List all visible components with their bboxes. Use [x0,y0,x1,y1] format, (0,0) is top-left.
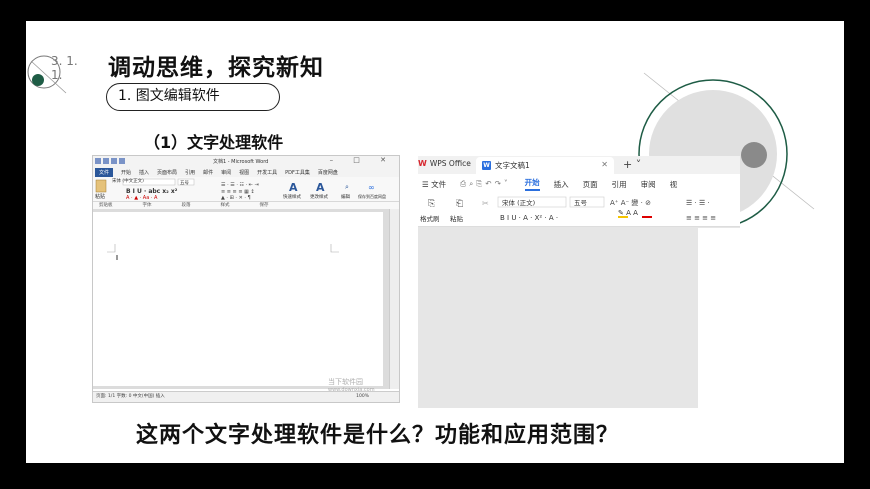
wps-tab-insert: 插入 [553,179,569,189]
word-tab-developer: 开发工具 [257,169,278,176]
svg-text:B I U · abc x₂ x²: B I U · abc x₂ x² [126,188,178,195]
wps-menu-file: ☰ 文件 [422,179,447,189]
close-icon: ✕ [601,160,608,169]
word-tab-home: 开始 [121,169,132,176]
change-styles-icon: A [316,181,325,194]
word-ribbon: B I U · abc x₂ x² A · ▲ · Aa · A ☰ · ☰ ·… [93,177,399,202]
paste-icon [95,179,107,193]
wps-ribbon-icons: ⎘ ⎗ ✂ 宋体 (正文) 五号 A⁺ A⁻ 變 · ⊘ B I U · A ·… [420,196,716,223]
svg-text:✂: ✂ [482,199,489,208]
word-group-font: 字体 [142,203,152,208]
svg-text:▲ · ⊞ · ✕ · ¶: ▲ · ⊞ · ✕ · ¶ [221,195,251,201]
word-page [93,212,383,386]
redo-icon [119,158,125,164]
word-tab-mailings: 邮件 [203,169,214,176]
wps-menu-bar: ☰ 文件 ⎙⌕⎘↶↷˅ 开始 插入 页面 引用 审阅 视 [418,174,740,194]
word-tab-layout: 页面布局 [157,169,178,176]
word-tab-pdf: PDF工具集 [285,169,310,176]
word-title-bar: 文档1 - Microsoft Word – □ ✕ [93,156,399,167]
slide: 3. 1. 1. 调动思维，探究新知 1. 图文编辑软件 （1）文字处理软件 文… [26,21,844,463]
word-app-icon [95,158,101,164]
word-paste-label: 粘贴 [95,193,105,200]
word-group-clipboard: 剪贴板 [99,203,113,208]
save-icon [103,158,109,164]
word-group-paragraph: 段落 [181,203,191,208]
wps-logo-icon: W [418,159,427,168]
wps-font-size: 五号 [574,199,588,207]
word-tab-file: 文件 [95,167,114,177]
word-group-save: 保存 [259,203,269,208]
paste-icon: ⎗ [456,199,463,209]
wps-home-tab: W WPS Office [418,159,471,168]
watermark-url: www.downxia.com [328,387,375,393]
wps-document-area [418,228,740,408]
word-status-text: 页面: 1/1 字数: 0 中文(中国) 插入 [96,394,165,399]
wps-quick-icons: ⎙⌕⎘↶↷˅ [460,179,511,188]
gray-dot-icon [741,142,767,168]
slide-number: 3. 1. 1. [51,54,78,82]
word-tabs: 文件 开始 插入 页面布局 引用 邮件 审阅 视图 开发工具 PDF工具集 百度… [93,167,399,177]
watermark-text: 当下软件园 [328,378,363,386]
word-tab-review: 审阅 [221,169,232,176]
subtitle: （1）文字处理软件 [144,133,284,152]
wps-doc-tab-label: 文字文稿1 [495,161,530,170]
small-dot-icon [32,74,44,86]
cloud-save-icon: ∞ [368,183,375,192]
wps-tab-bar: W WPS Office W 文字文稿1 ✕ + ˅ [418,156,740,174]
word-quick-styles: 快速样式 [283,193,301,200]
word-ribbon-icons: B I U · abc x₂ x² A · ▲ · Aa · A ☰ · ☰ ·… [95,177,386,201]
wps-doc-tab: W 文字文稿1 ✕ [476,157,614,174]
find-icon: ⌕ [345,183,349,191]
svg-text:≡ ≡ ≡ ≡: ≡ ≡ ≡ ≡ [686,214,716,222]
quick-styles-icon: A [289,181,298,194]
word-page-margins [107,244,339,260]
word-tab-view: 视图 [239,169,250,176]
wps-format-painter-label: 格式刷 [420,214,440,223]
svg-text:B I U · A · X² · A ·: B I U · A · X² · A · [500,214,558,222]
word-vertical-scrollbar [389,209,399,389]
word-save-baidu: 保存到百度网盘 [358,193,386,199]
watermark: 当下软件园 www.downxia.com [328,377,375,393]
word-font-name: 宋体 (中文正文) [112,177,144,184]
word-font-size: 五号 [180,180,189,186]
wps-paste-label: 粘贴 [450,214,464,223]
quick-access-toolbar [95,158,125,164]
svg-text:☰ · ☰ ·: ☰ · ☰ · [686,199,710,207]
svg-text:☰ · ☰ · ☷ · ⇤ ⇥: ☰ · ☰ · ☷ · ⇤ ⇥ [221,182,259,188]
word-tab-baidu: 百度网盘 [317,169,338,176]
wps-page [698,228,740,408]
wps-app-tab-label: WPS Office [429,159,471,168]
svg-text:A · ▲ · Aa · A: A · ▲ · Aa · A [126,195,158,201]
word-change-styles: 更改样式 [310,193,328,200]
word-window-controls: – □ ✕ [329,156,395,164]
word-zoom: 100% [356,394,369,399]
section-pill: 1. 图文编辑软件 [106,83,280,111]
word-tab-insert: 插入 [139,169,150,176]
wps-tab-page: 页面 [582,179,598,189]
page-title: 调动思维，探究新知 [108,55,324,81]
new-tab-icon: + ˅ [623,158,642,171]
wps-screenshot: W WPS Office W 文字文稿1 ✕ + ˅ ☰ 文件 ⎙⌕⎘↶↷˅ 开… [418,156,740,408]
word-window-title: 文档1 - Microsoft Word [213,159,269,165]
svg-text:✎ A A: ✎ A A [618,209,638,217]
format-painter-icon: ⎘ [428,199,435,209]
wps-doc-icon: W [482,161,491,170]
svg-text:A⁺ A⁻ 變 · ⊘: A⁺ A⁻ 變 · ⊘ [610,198,651,207]
wps-tab-references: 引用 [611,179,627,189]
word-edit: 编辑 [341,193,350,200]
word-tab-references: 引用 [185,169,196,176]
word-group-styles: 样式 [220,203,230,208]
word-screenshot: 文档1 - Microsoft Word – □ ✕ 文件 开始 插入 页面布局… [92,155,400,403]
question-text: 这两个文字处理软件是什么？功能和应用范围？ [136,423,620,448]
undo-icon [111,158,117,164]
wps-ribbon: ⎘ ⎗ ✂ 宋体 (正文) 五号 A⁺ A⁻ 變 · ⊘ B I U · A ·… [418,194,740,227]
word-document-area [93,209,399,389]
wps-tab-view: 视 [669,179,678,189]
wps-tab-home: 开始 [524,177,540,191]
wps-tab-review: 审阅 [640,179,656,189]
wps-font-name: 宋体 (正文) [502,198,535,207]
